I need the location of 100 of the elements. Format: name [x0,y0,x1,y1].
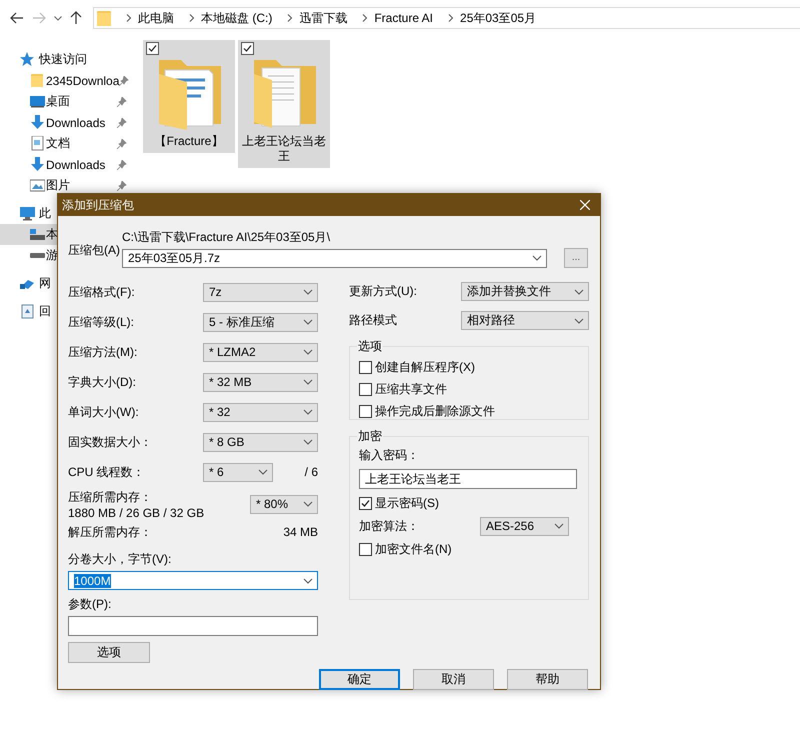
dropdown[interactable]: * 32 [203,402,318,422]
checkbox-label[interactable]: 压缩共享文件 [375,380,447,398]
checkbox-label[interactable]: 创建自解压程序(X) [375,358,475,376]
star-icon [20,52,35,67]
drive-icon [30,253,45,258]
sidebar-item[interactable]: Downloads [0,112,135,133]
archive-name-field[interactable]: 25年03至05月.7z [122,248,547,268]
memory-value: 34 MB [283,525,318,539]
dropdown[interactable]: AES-256 [480,516,569,536]
folder-item[interactable]: 【Fracture】 [143,40,235,153]
checkbox[interactable] [146,42,159,55]
document-icon [30,136,45,151]
group-title: 加密 [358,429,382,443]
thread-total: / 6 [304,465,318,479]
breadcrumb-item[interactable]: 迅雷下载 [293,10,354,26]
dropdown[interactable]: 5 - 标准压缩 [203,312,318,332]
caret-icon [303,501,313,507]
chevron-right-icon [287,14,294,22]
group-title: 选项 [358,339,382,353]
checkbox[interactable] [359,496,372,510]
dropdown[interactable]: * LZMA2 [203,342,318,362]
sidebar-item[interactable]: 快速访问 [0,49,135,70]
volume-size-field[interactable]: 1000M [68,571,318,590]
chevron-right-icon [189,14,195,22]
field-label: 分卷大小，字节(V): [68,551,172,568]
back-arrow-icon [10,12,24,24]
recycle-bin-icon [20,304,35,319]
sidebar-item[interactable]: 文档 [0,133,135,154]
checkbox[interactable] [359,542,372,556]
field-label: 固实数据大小： [68,434,153,450]
sidebar-item[interactable]: 2345Downloa [0,70,135,91]
checkbox-label[interactable]: 操作完成后删除源文件 [375,402,495,420]
dropdown[interactable]: 7z [203,282,318,302]
folder-icon [97,10,111,26]
breadcrumb-item[interactable]: 本地磁盘 (C:) [195,10,278,26]
field-label: 输入密码： [359,447,420,464]
dialog-button[interactable]: 取消 [413,669,494,690]
field-label: 压缩等级(L): [68,314,135,330]
breadcrumb-item[interactable]: 25年03至05月 [454,10,542,26]
chevron-right-icon [448,14,454,22]
chevron-right-icon [126,14,132,22]
checkbox[interactable] [359,404,372,418]
caret-icon [303,578,313,584]
checkbox[interactable] [241,42,254,55]
field-label: 压缩所需内存： [68,488,153,506]
sidebar-item[interactable]: 回 [0,301,57,322]
sidebar-item[interactable]: 网 [0,273,57,294]
dialog-button[interactable]: 确定 [319,669,400,690]
dropdown[interactable]: * 32 MB [203,372,318,392]
sidebar-item[interactable]: 桌面 [0,91,135,112]
options-button[interactable]: 选项 [68,642,150,663]
up-arrow-icon [70,11,82,25]
caret-icon [574,288,584,294]
field-label: 压缩方法(M): [68,344,138,360]
checkbox-label[interactable]: 加密文件名(N) [375,540,452,558]
caret-icon [303,289,313,295]
caret-icon [303,379,313,385]
caret-icon [303,349,313,355]
field-label: 解压所需内存： [68,524,152,540]
browse-button[interactable]: ... [564,248,588,268]
field-label: 字典大小(D): [68,374,137,390]
sidebar-item[interactable]: 游 [0,245,57,266]
picture-icon [30,178,45,193]
dropdown[interactable]: 相对路径 [461,311,589,330]
caret-icon [574,318,584,324]
sidebar-item[interactable]: 图片 [0,175,135,196]
field-label: 单词大小(W): [68,404,140,420]
dialog-button[interactable]: 帮助 [507,669,588,690]
sidebar-item[interactable]: 本 [0,224,57,245]
field-label: 压缩包(A) [68,242,121,259]
field-label: 路径模式 [349,312,398,329]
breadcrumb-item[interactable]: 此电脑 [132,10,180,26]
chevron-down-icon [54,16,62,20]
breadcrumb-item[interactable]: Fracture AI [368,11,440,25]
input-field[interactable] [68,616,318,636]
dropdown[interactable]: 添加并替换文件 [461,282,589,301]
download-icon [30,157,45,172]
dropdown[interactable]: * 8 GB [203,432,318,452]
checkbox-label[interactable]: 显示密码(S) [375,494,439,512]
dropdown[interactable]: * 80% [250,494,318,514]
caret-icon [303,319,313,325]
chevron-right-icon [362,14,368,22]
caret-icon [554,523,564,529]
checkbox[interactable] [359,360,372,374]
folder-item[interactable]: 上老王论坛当老王 [238,40,330,168]
field-label: CPU 线程数： [68,464,146,480]
address-bar[interactable]: 此电脑 本地磁盘 (C:) 迅雷下载 Fracture AI 25年03至05月 [93,7,800,29]
folder-name: 【Fracture】 [154,134,224,149]
monitor-icon [20,206,35,221]
password-field[interactable]: 上老王论坛当老王 [359,469,577,489]
archive-path: C:\迅雷下载\Fracture AI\25年03至05月\ [122,229,332,246]
field-label: 参数(P): [68,596,112,613]
field-label: 更新方式(U): [349,283,418,300]
sidebar-item[interactable]: 此 [0,203,57,224]
sidebar-item[interactable]: Downloads [0,154,135,175]
field-label: 压缩格式(F): [68,284,136,300]
checkbox[interactable] [359,382,372,396]
caret-icon [303,409,313,415]
caret-icon [258,469,268,475]
dropdown[interactable]: * 6 [203,462,273,482]
